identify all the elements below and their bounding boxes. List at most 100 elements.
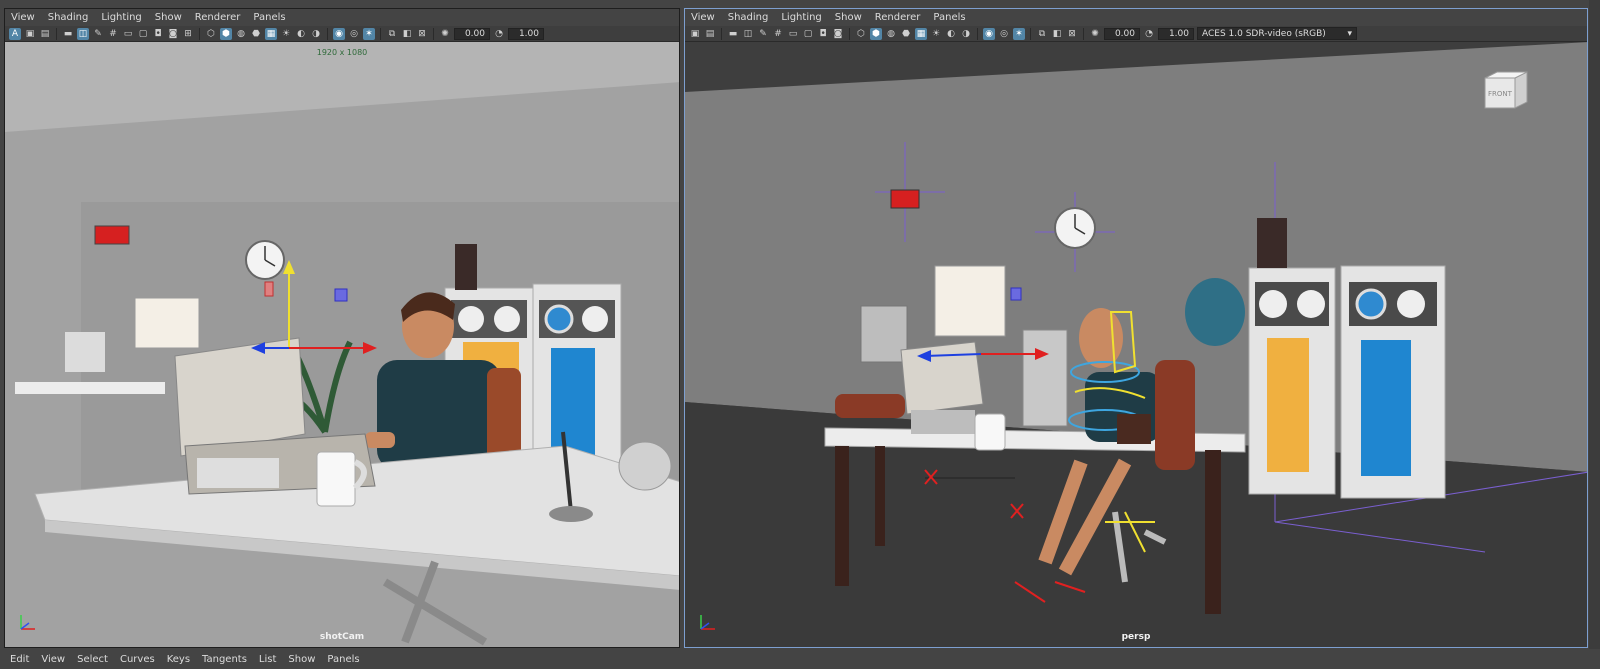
toolbar-divider [977,27,978,40]
select-camera-icon[interactable]: ▣ [689,28,701,40]
smooth-shade-icon[interactable]: ⬢ [870,27,882,40]
menu-list[interactable]: List [259,654,276,665]
viewport-menubar: View Shading Lighting Show Renderer Pane… [685,9,1587,26]
exit-sign [94,225,130,245]
depth-of-field-icon[interactable]: ⊠ [1066,28,1078,40]
exposure-field[interactable]: 0.00 [454,27,490,40]
scene-render [685,42,1587,647]
menu-panels[interactable]: Panels [933,12,965,23]
wireframe-on-shaded-icon[interactable]: ⬣ [900,28,912,40]
xray-joints-icon[interactable]: ✶ [363,27,375,40]
viewport-toolbar: A ▣ ▤ ▬ ◫ ✎ # ▭ ▢ ◘ ◙ ⊞ ⬡ ⬢ ◍ ⬣ ▦ ☀ ◐ ◑ … [5,26,679,42]
textured-icon[interactable]: ▦ [265,27,277,40]
toolbar-divider [1030,27,1031,40]
viewport-shotcam[interactable]: 1920 x 1080 shotCam [5,42,679,647]
wireframe-on-shaded-icon[interactable]: ⬣ [250,28,262,40]
safe-action-icon[interactable]: ⊞ [182,28,194,40]
2d-pan-zoom-icon[interactable]: ◫ [742,28,754,40]
viewport-menubar: View Shading Lighting Show Renderer Pane… [5,9,679,26]
viewport-panel-persp[interactable]: View Shading Lighting Show Renderer Pane… [684,8,1588,648]
xray-icon[interactable]: ◎ [348,28,360,40]
menu-panels[interactable]: Panels [253,12,285,23]
camera-name-label: persp [1121,632,1151,642]
anti-aliasing-icon[interactable]: ◧ [1051,28,1063,40]
computer-monitor [900,341,984,415]
exposure-field[interactable]: 0.00 [1104,27,1140,40]
grease-pencil-icon[interactable]: ✎ [92,28,104,40]
toolbar-divider [1083,27,1084,40]
film-gate-icon[interactable]: ▭ [787,28,799,40]
2d-pan-zoom-icon[interactable]: ◫ [77,27,89,40]
menu-panels[interactable]: Panels [327,654,359,665]
shadows-icon[interactable]: ◐ [945,28,957,40]
viewport-persp[interactable]: FRONT persp [685,42,1587,647]
toolbar-divider [56,27,57,40]
grid-icon[interactable]: # [772,28,784,40]
anti-aliasing-icon[interactable]: ◧ [401,28,413,40]
smooth-shade-icon[interactable]: ⬢ [220,27,232,40]
scene-render [5,42,679,647]
menu-show[interactable]: Show [155,12,182,23]
toolbar-divider [199,27,200,40]
grid-icon[interactable]: # [107,28,119,40]
image-plane-icon[interactable]: ▬ [62,28,74,40]
menu-renderer[interactable]: Renderer [875,12,921,23]
ambient-occlusion-icon[interactable]: ◑ [960,28,972,40]
menu-shading[interactable]: Shading [728,12,769,23]
use-lights-icon[interactable]: ☀ [280,28,292,40]
wall-chart [934,265,1006,337]
menu-select[interactable]: Select [77,654,108,665]
xray-joints-icon[interactable]: ✶ [1013,27,1025,40]
exposure-icon: ✺ [1091,28,1099,39]
image-plane-icon[interactable]: ▬ [727,28,739,40]
menu-curves[interactable]: Curves [120,654,155,665]
viewport-panel-shotcam[interactable]: View Shading Lighting Show Renderer Pane… [4,8,680,648]
resolution-gate-icon[interactable]: ▢ [802,28,814,40]
shadows-icon[interactable]: ◐ [295,28,307,40]
depth-of-field-icon[interactable]: ⊠ [416,28,428,40]
camera-attributes-icon[interactable]: ▤ [704,28,716,40]
menu-view[interactable]: View [691,12,715,23]
select-camera-icon[interactable]: A [9,27,21,40]
menu-show[interactable]: Show [288,654,315,665]
menu-lighting[interactable]: Lighting [781,12,821,23]
view-cube-icon[interactable]: FRONT [1481,68,1531,110]
toolbar-divider [849,27,850,40]
menu-show[interactable]: Show [835,12,862,23]
motion-blur-icon[interactable]: ⧉ [1036,28,1048,40]
menu-edit[interactable]: Edit [10,654,29,665]
grease-pencil-icon[interactable]: ✎ [757,28,769,40]
bookmark-icon[interactable]: ▤ [39,28,51,40]
gamma-field[interactable]: 1.00 [1158,27,1194,40]
gamma-icon: ◔ [1145,28,1153,39]
gamma-field[interactable]: 1.00 [508,27,544,40]
chevron-down-icon: ▾ [1347,28,1352,39]
color-transform-dropdown[interactable]: ACES 1.0 SDR-video (sRGB) ▾ [1197,27,1357,40]
menu-lighting[interactable]: Lighting [101,12,141,23]
gate-mask-icon[interactable]: ◘ [152,28,164,40]
field-chart-icon[interactable]: ◙ [167,28,179,40]
menu-renderer[interactable]: Renderer [195,12,241,23]
default-material-icon[interactable]: ◍ [885,28,897,40]
field-chart-icon[interactable]: ◙ [832,28,844,40]
menu-view[interactable]: View [41,654,65,665]
ambient-occlusion-icon[interactable]: ◑ [310,28,322,40]
gate-mask-icon[interactable]: ◘ [817,28,829,40]
motion-blur-icon[interactable]: ⧉ [386,28,398,40]
resolution-gate-icon[interactable]: ▢ [137,28,149,40]
default-material-icon[interactable]: ◍ [235,28,247,40]
menu-view[interactable]: View [11,12,35,23]
textured-icon[interactable]: ▦ [915,27,927,40]
isolate-select-icon[interactable]: ◉ [983,27,995,40]
film-gate-icon[interactable]: ▭ [122,28,134,40]
water-cooler [1185,278,1245,346]
wireframe-icon[interactable]: ⬡ [855,28,867,40]
menu-shading[interactable]: Shading [48,12,89,23]
isolate-select-icon[interactable]: ◉ [333,27,345,40]
use-lights-icon[interactable]: ☀ [930,28,942,40]
camera-attributes-icon[interactable]: ▣ [24,28,36,40]
menu-keys[interactable]: Keys [167,654,190,665]
xray-icon[interactable]: ◎ [998,28,1010,40]
menu-tangents[interactable]: Tangents [202,654,247,665]
wireframe-icon[interactable]: ⬡ [205,28,217,40]
